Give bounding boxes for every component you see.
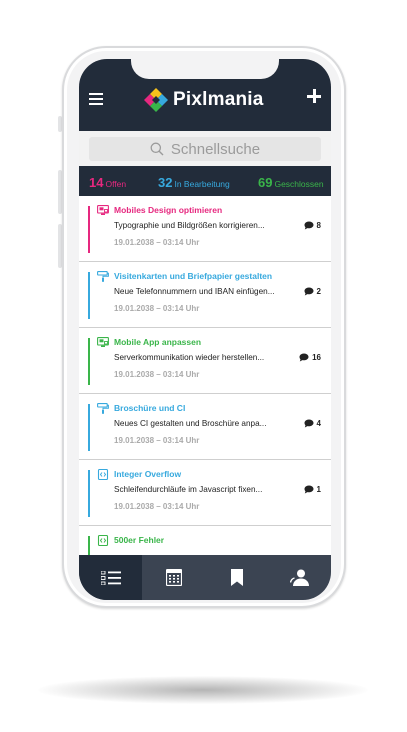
bottom-tab-bar (79, 555, 331, 600)
comment-count: 16 (312, 353, 321, 362)
ticket-comments: 8 (304, 221, 321, 230)
ticket-date: 19.01.2038 – 03:14 Uhr (114, 436, 200, 445)
ticket-status-bar (88, 272, 90, 319)
bookmark-icon (230, 569, 243, 586)
comment-count: 4 (316, 419, 321, 428)
comment-icon (304, 221, 314, 230)
ticket-title: Visitenkarten und Briefpapier gestalten (114, 271, 273, 281)
ticket-item[interactable]: 500er Fehler (79, 526, 331, 555)
ticket-description: Typographie und Bildgrößen korrigieren..… (114, 221, 265, 230)
ticket-comments: 16 (299, 353, 321, 362)
stat-closed-label: Geschlossen (274, 179, 324, 189)
stat-open-label: Offen (105, 179, 127, 189)
monitor-icon (97, 205, 109, 215)
app-title: Pixlmania (173, 89, 264, 110)
ticket-description: Neue Telefonnummern und IBAN einfügen... (114, 287, 275, 296)
stat-open-count: 14 (89, 175, 104, 190)
ticket-item[interactable]: Visitenkarten und Briefpapier gestalten … (79, 262, 331, 328)
paint-roller-icon (97, 271, 109, 282)
ticket-description: Serverkommunikation wieder herstellen... (114, 353, 265, 362)
comment-icon (299, 353, 309, 362)
tab-calendar[interactable] (142, 555, 205, 600)
comment-icon (304, 419, 314, 428)
app-screen: Pixlmania Schnellsuche 14 Offen 32 In Bear… (79, 59, 331, 600)
ticket-status-bar (88, 536, 90, 555)
ticket-title: 500er Fehler (114, 535, 165, 545)
paint-roller-icon (97, 403, 109, 414)
ticket-date: 19.01.2038 – 03:14 Uhr (114, 502, 200, 511)
list-view-icon (100, 570, 121, 585)
ticket-comments: 2 (304, 287, 321, 296)
search-input[interactable]: Schnellsuche (89, 137, 321, 161)
ticket-title: Mobiles Design optimieren (114, 205, 223, 215)
ticket-item[interactable]: Mobiles Design optimieren Typographie un… (79, 196, 331, 262)
ticket-status-bar (88, 470, 90, 517)
tab-bookmarks[interactable] (205, 555, 268, 600)
menu-icon[interactable] (89, 93, 103, 105)
ticket-date: 19.01.2038 – 03:14 Uhr (114, 304, 200, 313)
phone-shadow (38, 676, 368, 704)
search-bar: Schnellsuche (79, 131, 331, 166)
comment-icon (304, 485, 314, 494)
ticket-title: Mobile App anpassen (114, 337, 202, 347)
tab-list[interactable] (79, 555, 142, 600)
ticket-date: 19.01.2038 – 03:14 Uhr (114, 238, 200, 247)
ticket-item[interactable]: Broschüre und CI Neues CI gestalten und … (79, 394, 331, 460)
ticket-item[interactable]: Integer Overflow Schleifendurchläufe im … (79, 460, 331, 526)
stat-closed[interactable]: 69 Geschlossen (258, 174, 324, 192)
ticket-status-bar (88, 338, 90, 385)
stat-in-progress[interactable]: 32 In Bearbeitung (158, 174, 230, 192)
ticket-list[interactable]: Mobiles Design optimieren Typographie un… (79, 196, 331, 555)
code-device-icon (97, 469, 109, 480)
search-placeholder: Schnellsuche (170, 140, 261, 158)
user-icon (289, 569, 309, 586)
ticket-status-bar (88, 206, 90, 253)
search-icon (150, 142, 164, 156)
comment-count: 2 (316, 287, 321, 296)
logo-icon (144, 88, 168, 112)
ticket-status-bar (88, 404, 90, 451)
code-device-icon (97, 535, 109, 546)
phone-notch (131, 59, 279, 79)
stat-closed-count: 69 (258, 175, 273, 190)
stat-open[interactable]: 14 Offen (89, 174, 126, 192)
ticket-comments: 1 (304, 485, 321, 494)
ticket-comments: 4 (304, 419, 321, 428)
ticket-item[interactable]: Mobile App anpassen Serverkommunikation … (79, 328, 331, 394)
ticket-description: Schleifendurchläufe im Javascript fixen.… (114, 485, 263, 494)
ticket-description: Neues CI gestalten und Broschüre anpa... (114, 419, 267, 428)
ticket-title: Integer Overflow (114, 469, 182, 479)
app-logo[interactable]: Pixlmania (143, 87, 264, 113)
comment-icon (304, 287, 314, 296)
monitor-icon (97, 337, 109, 347)
comment-count: 8 (316, 221, 321, 230)
stat-in-progress-label: In Bearbeitung (174, 179, 230, 189)
add-ticket-button[interactable] (307, 89, 321, 103)
ticket-date: 19.01.2038 – 03:14 Uhr (114, 370, 200, 379)
tab-profile[interactable] (268, 555, 331, 600)
stat-in-progress-count: 32 (158, 175, 173, 190)
calendar-icon (165, 569, 182, 586)
ticket-title: Broschüre und CI (114, 403, 186, 413)
status-summary: 14 Offen 32 In Bearbeitung 69 Geschlossen (79, 166, 331, 196)
comment-count: 1 (316, 485, 321, 494)
